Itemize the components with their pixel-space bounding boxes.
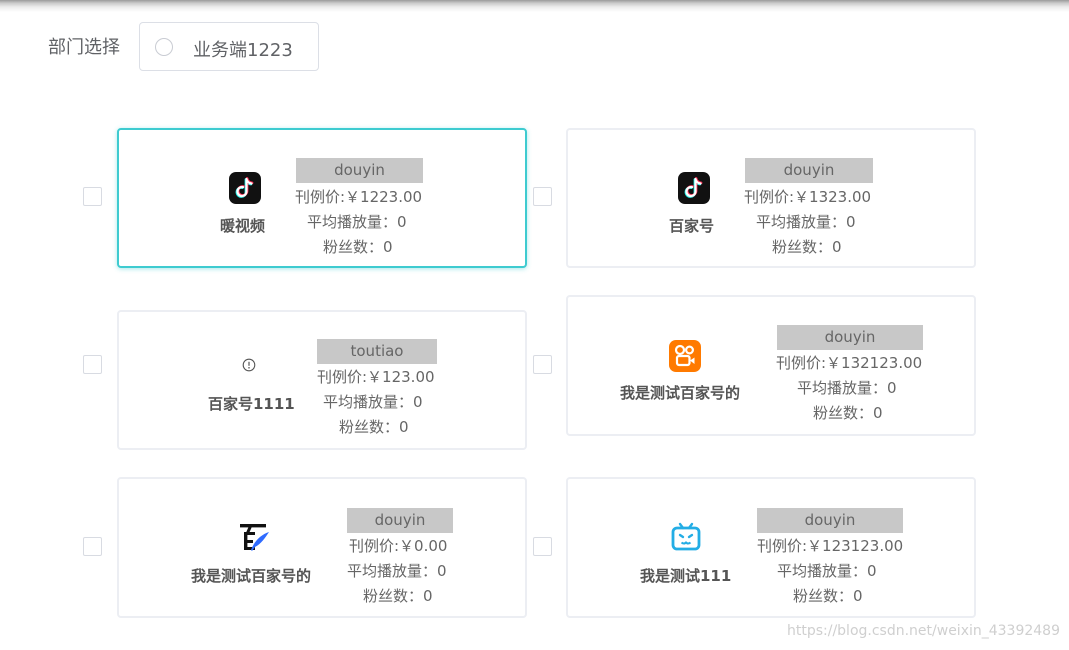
fans-text: 粉丝数：0 bbox=[772, 238, 842, 256]
kuaishou-icon bbox=[668, 339, 702, 373]
platform-tag: douyin bbox=[347, 508, 453, 533]
avg-plays-text: 平均播放量：0 bbox=[797, 379, 897, 397]
department-option-label: 业务端1223 bbox=[193, 40, 293, 61]
avg-plays-text: 平均播放量：0 bbox=[756, 213, 856, 231]
account-checkbox[interactable] bbox=[533, 537, 552, 556]
platform-tag: douyin bbox=[745, 158, 873, 183]
department-filter-label: 部门选择 bbox=[48, 37, 120, 58]
price-text: 刊例价:￥123.00 bbox=[317, 368, 435, 386]
account-name: 我是测试百家号的 bbox=[620, 384, 741, 402]
avg-plays-text: 平均播放量：0 bbox=[347, 562, 447, 580]
account-name: 百家号1111 bbox=[208, 395, 295, 413]
platform-tag: douyin bbox=[777, 325, 923, 350]
price-text: 刊例价:￥1323.00 bbox=[744, 188, 872, 206]
account-checkbox[interactable] bbox=[533, 355, 552, 374]
account-name: 百家号 bbox=[669, 217, 715, 235]
avg-plays-text: 平均播放量：0 bbox=[777, 562, 877, 580]
bilibili-icon bbox=[669, 520, 703, 554]
fans-text: 粉丝数：0 bbox=[339, 418, 409, 436]
baijiahao-icon bbox=[237, 520, 271, 554]
platform-tag: douyin bbox=[296, 158, 423, 183]
account-checkbox[interactable] bbox=[83, 187, 102, 206]
platform-tag: toutiao bbox=[317, 339, 437, 364]
douyin-icon bbox=[677, 171, 711, 205]
avg-plays-text: 平均播放量：0 bbox=[307, 213, 407, 231]
fans-text: 粉丝数：0 bbox=[793, 587, 863, 605]
account-card[interactable]: 暖视频 douyin 刊例价:￥1223.00 平均播放量：0 粉丝数：0 bbox=[117, 128, 527, 268]
department-option-radio[interactable]: 业务端1223 bbox=[139, 22, 319, 71]
radio-circle-icon[interactable] bbox=[155, 38, 173, 56]
price-text: 刊例价:￥1223.00 bbox=[295, 188, 423, 206]
account-card[interactable]: 百家号 douyin 刊例价:￥1323.00 平均播放量：0 粉丝数：0 bbox=[566, 128, 976, 268]
price-text: 刊例价:￥123123.00 bbox=[757, 537, 904, 555]
top-divider-shadow bbox=[0, 0, 1069, 12]
fans-text: 粉丝数：0 bbox=[363, 587, 433, 605]
account-name: 我是测试百家号的 bbox=[191, 567, 312, 585]
info-circle-icon bbox=[242, 358, 256, 372]
account-card[interactable]: 百家号1111 toutiao 刊例价:￥123.00 平均播放量：0 粉丝数：… bbox=[117, 310, 527, 450]
fans-text: 粉丝数：0 bbox=[323, 238, 393, 256]
account-name: 暖视频 bbox=[220, 217, 266, 235]
platform-tag: douyin bbox=[757, 508, 903, 533]
account-checkbox[interactable] bbox=[533, 187, 552, 206]
account-checkbox[interactable] bbox=[83, 537, 102, 556]
watermark-text: https://blog.csdn.net/weixin_43392489 bbox=[786, 623, 1060, 639]
price-text: 刊例价:￥0.00 bbox=[349, 537, 448, 555]
account-name: 我是测试111 bbox=[640, 567, 732, 585]
account-card[interactable]: 我是测试111 douyin 刊例价:￥123123.00 平均播放量：0 粉丝… bbox=[566, 477, 976, 618]
douyin-icon bbox=[228, 171, 262, 205]
price-text: 刊例价:￥132123.00 bbox=[776, 354, 923, 372]
avg-plays-text: 平均播放量：0 bbox=[323, 393, 423, 411]
fans-text: 粉丝数：0 bbox=[813, 404, 883, 422]
account-checkbox[interactable] bbox=[83, 355, 102, 374]
account-card[interactable]: 我是测试百家号的 douyin 刊例价:￥0.00 平均播放量：0 粉丝数：0 bbox=[117, 477, 527, 618]
account-card[interactable]: 我是测试百家号的 douyin 刊例价:￥132123.00 平均播放量：0 粉… bbox=[566, 295, 976, 436]
